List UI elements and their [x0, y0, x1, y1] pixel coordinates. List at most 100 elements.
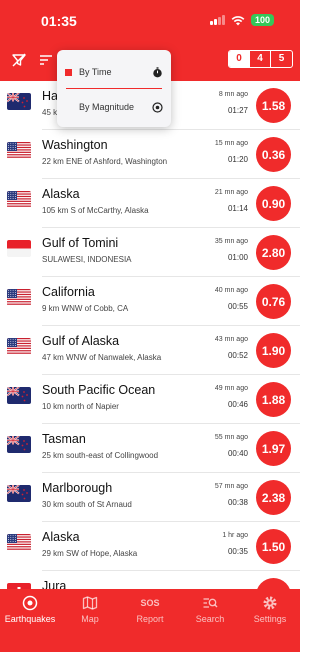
magnitude-value: 1.88	[261, 392, 286, 407]
earthquake-location: Washington	[42, 138, 108, 152]
earthquake-location: Gulf of Alaska	[42, 334, 120, 348]
count-segment[interactable]: 5	[271, 51, 292, 67]
country-flag-icon	[7, 436, 31, 453]
stopwatch-icon	[153, 66, 162, 77]
magnitude-badge: 1.97	[256, 431, 291, 466]
earthquake-row[interactable]: Alaska 29 km SW of Hope, Alaska 1 hr ago 00…	[0, 522, 300, 571]
earthquake-detail: 10 km north of Napier	[42, 402, 119, 411]
tab-search[interactable]: Search	[180, 595, 240, 631]
time-ago: 35 mn ago	[214, 238, 248, 245]
filter-off-icon[interactable]	[11, 52, 27, 68]
earthquake-location: South Pacific Ocean	[42, 383, 156, 397]
country-flag-icon	[7, 485, 31, 502]
country-flag-icon	[7, 142, 31, 159]
country-flag-icon	[7, 191, 31, 208]
earthquake-list: Ha 45 k 8 mn ago 01:27 1.58 Washington 22 km E…	[0, 81, 300, 589]
magnitude-value: 0.36	[261, 147, 286, 162]
earthquake-location: Alaska	[42, 530, 80, 544]
count-segment[interactable]: 4	[250, 51, 271, 67]
earthquake-location: Tasman	[42, 432, 86, 446]
sort-menu: By Time By Magnitude	[57, 50, 171, 127]
status-time: 01:35	[41, 13, 77, 29]
sort-icon[interactable]	[38, 52, 54, 68]
tab-label: Search	[195, 614, 225, 624]
sort-by-time-item[interactable]: By Time	[57, 54, 171, 90]
country-flag-icon	[7, 387, 31, 404]
time-ago: 1 hr ago	[222, 532, 248, 539]
event-time: 01:20	[227, 155, 248, 164]
magnitude-badge: 0.90	[256, 186, 291, 221]
event-time: 00:46	[227, 400, 248, 409]
count-filter[interactable]: 0 4 5	[228, 50, 293, 68]
earthquake-detail: 25 km south-east of Collingwood	[42, 451, 159, 460]
event-time: 00:40	[227, 449, 248, 458]
time-ago: 55 mn ago	[214, 434, 248, 441]
magnitude-badge	[256, 578, 291, 589]
magnitude-value: 2.38	[261, 490, 286, 505]
time-ago: 8 mn ago	[218, 91, 248, 98]
event-time: 00:55	[227, 302, 248, 311]
earthquake-location: Marlborough	[42, 481, 113, 495]
tab-map[interactable]: Map	[60, 595, 120, 631]
signal-icon	[209, 15, 225, 25]
tab-report[interactable]: SOS Report	[120, 595, 180, 631]
earthquake-row[interactable]: Jura	[0, 571, 300, 589]
tab-label: Report	[136, 614, 164, 624]
earthquake-detail: SULAWESI, INDONESIA	[42, 255, 132, 264]
earthquake-row[interactable]: California 9 km WNW of Cobb, CA 40 mn ago 0…	[0, 277, 300, 326]
event-time: 00:52	[227, 351, 248, 360]
earthquake-detail: 22 km ENE of Ashford, Washington	[42, 157, 168, 166]
magnitude-badge: 2.80	[256, 235, 291, 270]
tab-settings[interactable]: Settings	[240, 595, 300, 631]
count-segment[interactable]: 0	[229, 51, 250, 67]
tab-earthquakes[interactable]: Earthquakes	[0, 595, 60, 631]
earthquake-detail: 29 km SW of Hope, Alaska	[42, 549, 138, 558]
event-time: 01:00	[227, 253, 248, 262]
earthquake-location: Alaska	[42, 187, 80, 201]
wifi-icon	[231, 15, 245, 25]
earthquake-row[interactable]: South Pacific Ocean 10 km north of Napier…	[0, 375, 300, 424]
magnitude-value: 1.50	[261, 539, 286, 554]
tab-label: Earthquakes	[4, 614, 56, 624]
magnitude-value: 0.76	[261, 294, 286, 309]
tab-bar: Earthquakes Map SOS Report Search Settin…	[0, 589, 300, 652]
event-time: 00:35	[227, 547, 248, 556]
magnitude-value: 1.97	[261, 441, 286, 456]
earthquake-detail: 30 km south of St Arnaud	[42, 500, 132, 509]
earthquake-detail: 9 km WNW of Cobb, CA	[42, 304, 129, 313]
event-time: 01:27	[227, 106, 248, 115]
magnitude-value: 0.90	[261, 196, 286, 211]
time-ago: 40 mn ago	[214, 287, 248, 294]
earthquake-row[interactable]: Gulf of Tomini SULAWESI, INDONESIA 35 mn a…	[0, 228, 300, 277]
time-ago: 43 mn ago	[214, 336, 248, 343]
magnitude-badge: 1.88	[256, 382, 291, 417]
event-time: 01:14	[227, 204, 248, 213]
earthquake-row[interactable]: Washington 22 km ENE of Ashford, Washingt…	[0, 130, 300, 179]
sort-option-label: By Magnitude	[79, 102, 135, 112]
magnitude-badge: 0.36	[256, 137, 291, 172]
tab-label: Settings	[253, 614, 287, 624]
magnitude-value: 1.58	[261, 98, 286, 113]
battery-icon: 100	[250, 14, 274, 26]
earthquake-row[interactable]: Gulf of Alaska 47 km WNW of Nanwalek, Ala…	[0, 326, 300, 375]
sos-icon: SOS	[140, 598, 160, 608]
earthquake-location: Jura	[42, 579, 67, 589]
earthquake-row[interactable]: Marlborough 30 km south of St Arnaud 57 mn…	[0, 473, 300, 522]
time-ago: 49 mn ago	[214, 385, 248, 392]
status-bar: 01:35 100	[0, 0, 300, 40]
earthquake-detail: 47 km WNW of Nanwalek, Alaska	[42, 353, 162, 362]
earthquake-detail: 105 km S of McCarthy, Alaska	[42, 206, 149, 215]
target-icon	[152, 101, 163, 113]
earthquake-location: Gulf of Tomini	[42, 236, 119, 250]
magnitude-badge: 1.50	[256, 529, 291, 564]
magnitude-value: 1.90	[261, 343, 286, 358]
earthquake-row[interactable]: Alaska 105 km S of McCarthy, Alaska 21 mn …	[0, 179, 300, 228]
earthquake-row[interactable]: Tasman 25 km south-east of Collingwood 55 …	[0, 424, 300, 473]
tab-label: Map	[81, 614, 99, 624]
event-time: 00:38	[227, 498, 248, 507]
country-flag-icon	[7, 338, 31, 355]
country-flag-icon	[7, 534, 31, 551]
country-flag-icon	[7, 240, 31, 257]
sort-by-magnitude-item[interactable]: By Magnitude	[57, 89, 171, 125]
magnitude-badge: 1.58	[256, 88, 291, 123]
